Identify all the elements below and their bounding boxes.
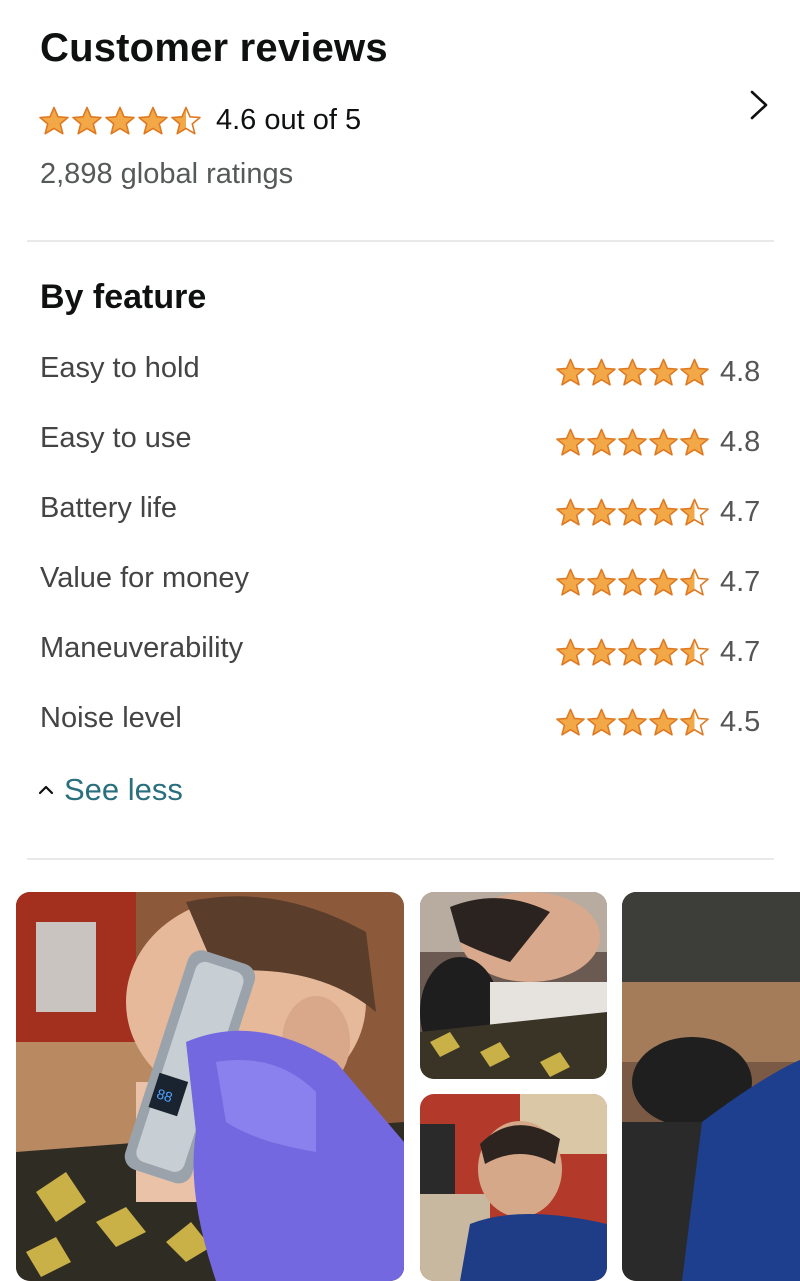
star-icon bbox=[618, 708, 647, 736]
review-photo-image bbox=[420, 1094, 607, 1281]
feature-stars bbox=[555, 427, 710, 458]
feature-rating: 4.8 bbox=[555, 356, 762, 389]
star-icon bbox=[618, 638, 647, 666]
star-icon bbox=[649, 638, 678, 666]
star-icon bbox=[72, 106, 102, 135]
review-photo-image: 88 bbox=[16, 892, 404, 1281]
half-star-icon bbox=[171, 106, 201, 135]
divider bbox=[27, 858, 774, 860]
feature-name: Easy to hold bbox=[40, 352, 200, 384]
feature-row: Value for money 4.7 bbox=[40, 562, 762, 602]
review-photo-image bbox=[622, 892, 800, 1281]
feature-row: Noise level 4.5 bbox=[40, 702, 762, 742]
star-icon bbox=[618, 568, 647, 596]
feature-row: Maneuverability 4.7 bbox=[40, 632, 762, 672]
chevron-up-icon bbox=[38, 785, 54, 795]
review-photo-image bbox=[420, 892, 607, 1079]
feature-rating: 4.8 bbox=[555, 426, 762, 459]
star-icon bbox=[587, 498, 616, 526]
star-icon bbox=[39, 106, 69, 135]
divider bbox=[27, 240, 774, 242]
star-icon bbox=[618, 498, 647, 526]
feature-value: 4.7 bbox=[720, 496, 761, 528]
star-icon bbox=[587, 428, 616, 456]
review-photo-4[interactable] bbox=[622, 892, 800, 1281]
star-icon bbox=[680, 358, 709, 386]
feature-stars bbox=[555, 567, 710, 598]
half-star-icon bbox=[680, 638, 709, 666]
by-feature-heading: By feature bbox=[40, 278, 207, 316]
feature-name: Noise level bbox=[40, 702, 182, 734]
feature-row: Easy to use 4.8 bbox=[40, 422, 762, 462]
global-ratings: 2,898 global ratings bbox=[40, 158, 294, 190]
feature-value: 4.7 bbox=[720, 636, 761, 668]
half-star-icon bbox=[680, 708, 709, 736]
overall-rating[interactable]: 4.6 out of 5 bbox=[38, 104, 361, 137]
star-icon bbox=[649, 428, 678, 456]
review-photo-2[interactable] bbox=[420, 892, 607, 1079]
rating-text: 4.6 out of 5 bbox=[216, 104, 362, 136]
feature-name: Maneuverability bbox=[40, 632, 244, 664]
feature-stars bbox=[555, 357, 710, 388]
star-icon bbox=[556, 498, 585, 526]
star-icon bbox=[556, 708, 585, 736]
page-title: Customer reviews bbox=[40, 26, 388, 70]
feature-stars bbox=[555, 707, 710, 738]
feature-rating: 4.7 bbox=[555, 636, 762, 669]
feature-row: Easy to hold 4.8 bbox=[40, 352, 762, 392]
see-less-link[interactable]: See less bbox=[38, 772, 183, 808]
feature-value: 4.8 bbox=[720, 356, 761, 388]
feature-rating: 4.7 bbox=[555, 566, 762, 599]
feature-row: Battery life 4.7 bbox=[40, 492, 762, 532]
star-icon bbox=[649, 358, 678, 386]
star-icon bbox=[105, 106, 135, 135]
review-photo-1[interactable]: 88 bbox=[16, 892, 404, 1281]
feature-value: 4.5 bbox=[720, 706, 761, 738]
star-icon bbox=[556, 358, 585, 386]
feature-name: Battery life bbox=[40, 492, 177, 524]
star-icon bbox=[556, 568, 585, 596]
star-icon bbox=[556, 428, 585, 456]
star-icon bbox=[618, 428, 647, 456]
star-icon bbox=[649, 498, 678, 526]
star-icon bbox=[556, 638, 585, 666]
feature-name: Easy to use bbox=[40, 422, 192, 454]
see-less-label: See less bbox=[64, 772, 183, 807]
feature-rating: 4.7 bbox=[555, 496, 762, 529]
star-icon bbox=[587, 638, 616, 666]
feature-rating: 4.5 bbox=[555, 706, 762, 739]
star-icon bbox=[618, 358, 647, 386]
half-star-icon bbox=[680, 498, 709, 526]
star-icon bbox=[587, 358, 616, 386]
star-icon bbox=[680, 428, 709, 456]
review-photo-3[interactable] bbox=[420, 1094, 607, 1281]
star-icon bbox=[138, 106, 168, 135]
star-icon bbox=[649, 708, 678, 736]
half-star-icon bbox=[680, 568, 709, 596]
feature-value: 4.8 bbox=[720, 426, 761, 458]
feature-value: 4.7 bbox=[720, 566, 761, 598]
feature-stars bbox=[555, 637, 710, 668]
feature-stars bbox=[555, 497, 710, 528]
chevron-right-icon[interactable] bbox=[744, 88, 774, 122]
star-icon bbox=[587, 568, 616, 596]
feature-name: Value for money bbox=[40, 562, 250, 594]
star-icon bbox=[649, 568, 678, 596]
overall-stars bbox=[38, 105, 202, 137]
star-icon bbox=[587, 708, 616, 736]
